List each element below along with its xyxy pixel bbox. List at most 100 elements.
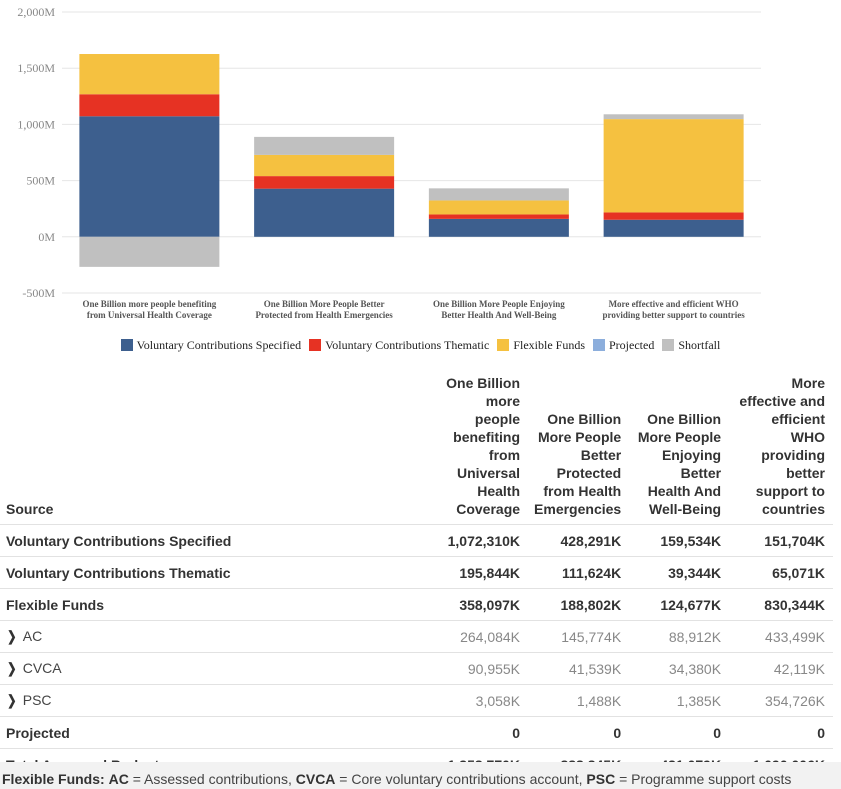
- budget-table: Source One Billion more people benefitin…: [0, 368, 833, 780]
- chevron-right-icon[interactable]: ❯: [7, 628, 16, 645]
- stacked-bar-chart: 2,000M 1,500M 1,000M 500M 0M -500M One Billion…: [17, 5, 761, 320]
- table-cell: 41,539K: [528, 652, 630, 685]
- footer-note: Flexible Funds: AC = Assessed contributi…: [0, 762, 841, 789]
- bar-segment: [428, 214, 569, 219]
- bar-segment: [428, 200, 569, 215]
- footer-psc-abbr: PSC: [586, 771, 616, 787]
- legend-label: Shortfall: [678, 337, 721, 352]
- budget-table-container: Source One Billion more people benefitin…: [0, 368, 841, 780]
- chevron-right-icon[interactable]: ❯: [7, 692, 16, 709]
- row-label-cell: Voluntary Contributions Specified: [0, 524, 433, 557]
- table-cell: 1,072,310K: [432, 524, 529, 557]
- table-cell: 88,912K: [629, 620, 730, 653]
- bar-segment: [428, 218, 569, 237]
- legend-item[interactable]: Flexible Funds: [497, 338, 585, 353]
- table-cell: 159,534K: [629, 524, 730, 557]
- row-label-cell: Flexible Funds: [0, 588, 433, 621]
- table-cell: 65,071K: [729, 556, 833, 589]
- table-row[interactable]: ❯ AC 264,084K 145,774K 88,912K 433,499K: [0, 620, 833, 653]
- x-category-label: More effective and efficient WHO providin…: [603, 299, 746, 320]
- bar-segment: [603, 114, 744, 120]
- y-tick-label: 1,500M: [17, 61, 55, 75]
- table-row: Flexible Funds 358,097K 188,802K 124,677K 83…: [0, 588, 833, 621]
- bar-segment: [603, 119, 744, 213]
- x-category-label-line: One Billion More People Better: [264, 299, 385, 309]
- y-tick-label: 0M: [38, 230, 55, 244]
- row-label: Voluntary Contributions Thematic: [6, 564, 231, 581]
- x-category-label-line: from Universal Health Coverage: [87, 310, 212, 320]
- table-row: Voluntary Contributions Thematic 195,844K…: [0, 556, 833, 589]
- bar-segment: [254, 154, 395, 177]
- row-label: PSC: [22, 692, 52, 708]
- legend-label: Projected: [609, 337, 655, 352]
- x-category-label-line: One Billion More People Enjoying: [433, 299, 565, 309]
- row-label-cell: Voluntary Contributions Thematic: [0, 556, 433, 589]
- x-category-label: One Billion more people benefiting from U…: [82, 299, 216, 320]
- y-tick-label: 500M: [26, 174, 55, 188]
- table-cell: 433,499K: [729, 620, 833, 653]
- bar-segment: [79, 116, 220, 237]
- budget-chart: 2,000M 1,500M 1,000M 500M 0M -500M One Billion…: [0, 0, 841, 362]
- row-label-cell: Projected: [0, 716, 433, 749]
- table-cell: 145,774K: [528, 620, 630, 653]
- table-cell: 188,802K: [528, 588, 630, 621]
- chart-legend: Voluntary Contributions Specified Volunta…: [0, 335, 841, 355]
- x-category-label: One Billion More People Enjoying Better H…: [433, 299, 565, 320]
- table-cell: 195,844K: [432, 556, 529, 589]
- row-label-cell: ❯ CVCA: [0, 652, 433, 685]
- footer-psc-text: = Programme support costs: [615, 771, 792, 787]
- bar-segment: [603, 219, 744, 237]
- header-source: Source: [6, 501, 54, 517]
- table-row[interactable]: ❯ PSC 3,058K 1,488K 1,385K 354,726K: [0, 684, 833, 717]
- row-label: Voluntary Contributions Specified: [6, 532, 232, 549]
- x-category-label-line: Protected from Health Emergencies: [255, 310, 393, 320]
- table-cell: 428,291K: [528, 524, 630, 557]
- bar-segment: [254, 188, 395, 237]
- table-cell: 90,955K: [432, 652, 529, 685]
- table-cell: 0: [528, 716, 630, 749]
- x-category-label: One Billion More People Better Protected …: [255, 299, 393, 320]
- legend-swatch: [309, 339, 322, 351]
- footer-ac-text: = Assessed contributions,: [128, 771, 296, 787]
- row-label-cell: ❯ AC: [0, 620, 433, 653]
- legend-item[interactable]: Projected: [593, 338, 654, 353]
- table-cell: 42,119K: [729, 652, 833, 685]
- header-wellbeing: One Billion More People Enjoying Better …: [637, 411, 722, 517]
- legend-swatch: [662, 339, 675, 351]
- bar-segment: [428, 188, 569, 201]
- footer-ac-abbr: AC: [108, 771, 129, 787]
- bar-segment: [254, 136, 395, 155]
- legend-swatch: [120, 339, 133, 351]
- table-cell: 1,385K: [629, 684, 730, 717]
- legend-item[interactable]: Voluntary Contributions Thematic: [309, 338, 489, 353]
- bar-segment: [603, 212, 744, 220]
- table-cell: 39,344K: [629, 556, 730, 589]
- legend-swatch: [593, 339, 605, 351]
- legend-item[interactable]: Shortfall: [662, 338, 720, 353]
- table-row[interactable]: ❯ CVCA 90,955K 41,539K 34,380K 42,119K: [0, 652, 833, 685]
- bar-segment: [79, 54, 220, 95]
- y-tick-label: -500M: [22, 286, 55, 300]
- x-category-label-line: More effective and efficient WHO: [609, 299, 739, 309]
- table-cell: 264,084K: [432, 620, 529, 653]
- header-uhc: One Billion more people benefiting from …: [446, 375, 521, 517]
- bar-segment: [79, 236, 220, 267]
- legend-item[interactable]: Voluntary Contributions Specified: [120, 338, 301, 353]
- table-header-row: Source One Billion more people benefitin…: [0, 368, 833, 525]
- row-label: Projected: [6, 724, 70, 741]
- header-emergencies: One Billion More People Better Protected…: [534, 411, 622, 517]
- x-category-label-line: One Billion more people benefiting: [82, 299, 216, 309]
- header-effective-who: More effective and efficient WHO providi…: [739, 375, 825, 517]
- table-cell: 0: [729, 716, 833, 749]
- footer-cvca-text: = Core voluntary contributions account,: [335, 771, 587, 787]
- legend-swatch: [497, 339, 510, 351]
- table-body: Voluntary Contributions Specified 1,072,3…: [0, 524, 833, 780]
- legend-label: Voluntary Contributions Thematic: [325, 337, 490, 352]
- y-tick-label: 2,000M: [17, 5, 55, 19]
- table-cell: 111,624K: [528, 556, 630, 589]
- x-category-label-line: providing better support to countries: [603, 310, 746, 320]
- table-row: Projected 0 0 0 0: [0, 716, 833, 749]
- table-cell: 151,704K: [729, 524, 833, 557]
- chevron-right-icon[interactable]: ❯: [7, 660, 16, 677]
- legend-label: Flexible Funds: [513, 337, 585, 352]
